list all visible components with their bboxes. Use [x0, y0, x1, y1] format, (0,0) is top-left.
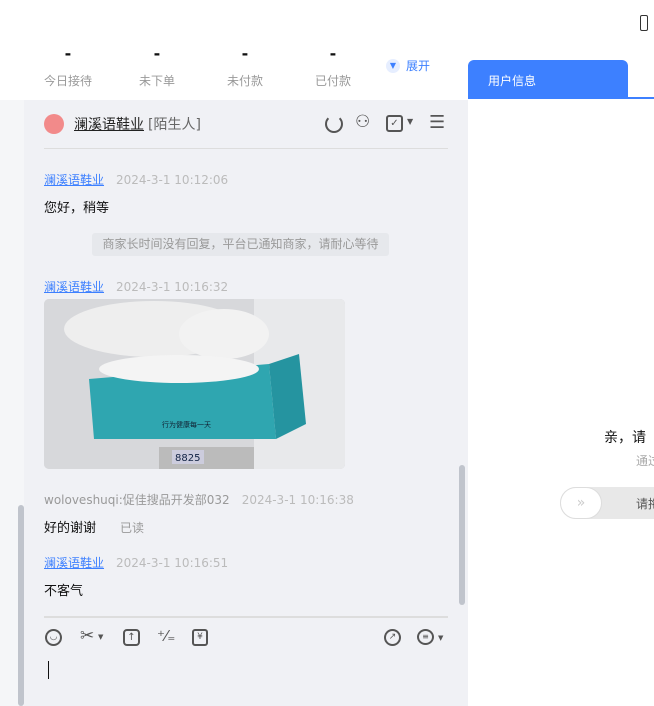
chat-scrollbar[interactable] — [459, 465, 465, 605]
chat-panel: 澜溪语鞋业 [陌生人] ⚇ ✓ ▼ ☰ 澜溪语鞋业 2024-3-1 10:12:… — [24, 100, 468, 706]
message: 澜溪语鞋业 2024-3-1 10:16:32 — [44, 280, 229, 294]
history-icon[interactable] — [325, 115, 343, 133]
sender-name[interactable]: 澜溪语鞋业 — [44, 556, 104, 570]
coupon-icon[interactable]: ¥ — [192, 629, 208, 646]
sender-name: woloveshuqi:促佳搜品开发部032 — [44, 493, 230, 507]
divider — [44, 148, 448, 149]
system-notice: 商家长时间没有回复，平台已通知商家，请耐心等待 — [92, 233, 389, 256]
slider-handle[interactable]: » — [560, 487, 602, 519]
message-input[interactable] — [44, 655, 448, 705]
conversation-list[interactable] — [0, 100, 24, 706]
task-add-icon[interactable]: ✓ — [386, 115, 403, 132]
stat-paid: - 已付款 — [314, 44, 351, 88]
message: 澜溪语鞋业 2024-3-1 10:12:06 您好，稍等 — [44, 173, 229, 216]
message-image[interactable]: 行为健康每一天 8825 — [44, 299, 345, 469]
divider — [44, 616, 448, 618]
message: woloveshuqi:促佳搜品开发部032 2024-3-1 10:16:38 … — [44, 493, 354, 536]
stat-unpaid: - 未付款 — [226, 44, 263, 88]
chevron-down-icon: ▼ — [386, 58, 400, 73]
stat-no-order: - 未下单 — [138, 44, 175, 88]
expand-button[interactable]: ▼ 展开 — [386, 57, 430, 74]
quick-phrase-icon[interactable]: ⁺⁄₌ — [157, 627, 175, 645]
stat-today: - 今日接待 — [43, 44, 92, 88]
right-panel: 亲，请 通过 » 请拖 — [468, 99, 654, 706]
sender-name[interactable]: 澜溪语鞋业 — [44, 280, 104, 294]
sender-name[interactable]: 澜溪语鞋业 — [44, 173, 104, 187]
tab-user-info[interactable]: 用户信息 — [468, 60, 628, 99]
phone-icon[interactable] — [640, 15, 648, 31]
chat-history-icon[interactable]: ≡ — [417, 629, 434, 645]
svg-text:8825: 8825 — [175, 453, 200, 464]
dropdown-icon[interactable]: ▼ — [407, 117, 413, 126]
dropdown-icon[interactable]: ▼ — [98, 633, 103, 641]
emoji-icon[interactable]: ◡ — [45, 629, 62, 646]
menu-icon[interactable]: ☰ — [429, 112, 445, 133]
read-status: 已读 — [120, 521, 145, 535]
add-user-icon[interactable]: ⚇ — [355, 112, 370, 132]
shoebox-photo: 行为健康每一天 8825 — [44, 299, 345, 469]
scissors-icon[interactable]: ✂ — [80, 626, 94, 646]
chat-header: 澜溪语鞋业 [陌生人] — [44, 114, 201, 134]
upload-icon[interactable]: ↑ — [123, 629, 140, 646]
message: 澜溪语鞋业 2024-3-1 10:16:51 不客气 — [44, 556, 229, 599]
avatar[interactable] — [44, 114, 64, 134]
dropdown-icon[interactable]: ▼ — [438, 634, 443, 642]
verify-slider[interactable]: » 请拖 — [560, 487, 654, 519]
share-icon[interactable]: ↗ — [384, 629, 401, 646]
text-cursor — [48, 661, 49, 679]
svg-text:行为健康每一天: 行为健康每一天 — [162, 420, 211, 429]
